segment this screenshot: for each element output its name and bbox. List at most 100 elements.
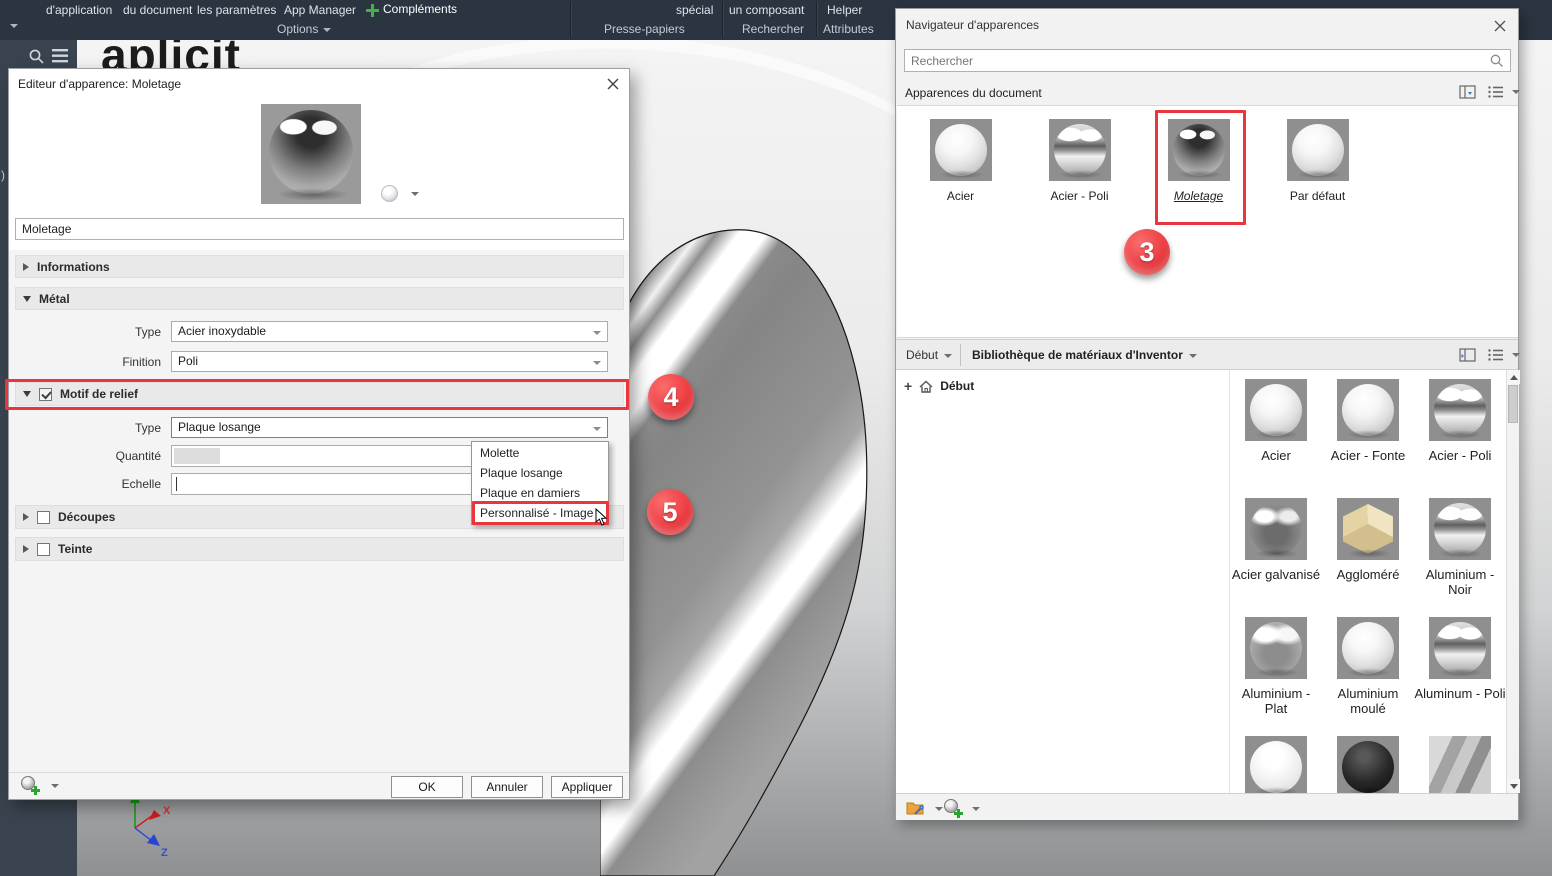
teinte-checkbox[interactable] bbox=[37, 543, 50, 556]
menu-item-parametres[interactable]: les paramètres bbox=[197, 3, 276, 17]
chevron-down-icon[interactable] bbox=[1512, 90, 1520, 94]
dropdown-option[interactable]: Personnalisé - Image bbox=[472, 503, 608, 523]
close-icon[interactable] bbox=[1492, 18, 1508, 34]
material-swatch[interactable] bbox=[1414, 736, 1506, 793]
material-swatch[interactable]: Aluminium - Noir bbox=[1414, 498, 1506, 617]
expand-arrow-icon[interactable] bbox=[23, 513, 29, 521]
search-icon[interactable] bbox=[28, 48, 46, 66]
material-thumbnail[interactable] bbox=[1245, 736, 1307, 793]
dropdown-option[interactable]: Molette bbox=[472, 443, 608, 463]
expand-arrow-icon[interactable] bbox=[23, 263, 29, 271]
material-thumbnail[interactable] bbox=[1245, 617, 1307, 679]
material-label: Acier galvanisé bbox=[1232, 567, 1320, 582]
text-caret bbox=[176, 477, 177, 491]
material-thumbnail[interactable] bbox=[1429, 498, 1491, 560]
section-informations[interactable]: Informations bbox=[15, 255, 624, 278]
material-swatch[interactable]: Aggloméré bbox=[1322, 498, 1414, 617]
cancel-button[interactable]: Annuler bbox=[471, 776, 543, 798]
close-icon[interactable] bbox=[605, 76, 621, 92]
finition-combobox[interactable]: Poli bbox=[171, 351, 608, 372]
ok-button[interactable]: OK bbox=[391, 776, 463, 798]
appearance-swatch[interactable]: Acier - Poli bbox=[1020, 119, 1139, 203]
ribbon-separator bbox=[816, 2, 817, 37]
metal-type-combobox[interactable]: Acier inoxydable bbox=[171, 321, 608, 342]
expand-arrow-icon[interactable] bbox=[23, 545, 29, 553]
material-thumbnail[interactable] bbox=[1337, 736, 1399, 793]
material-thumbnail[interactable] bbox=[1245, 379, 1307, 441]
library-title-label: Bibliothèque de matériaux d'Inventor bbox=[972, 348, 1183, 362]
type-dropdown-list: Molette Plaque losange Plaque en damiers… bbox=[471, 441, 609, 525]
group-label-attributes: Attributes bbox=[823, 22, 874, 36]
scroll-down-arrow[interactable] bbox=[1507, 779, 1520, 793]
appearance-thumbnail[interactable] bbox=[930, 119, 992, 181]
tree-item-debut[interactable]: + Début bbox=[904, 378, 974, 394]
dropdown-option[interactable]: Plaque en damiers bbox=[472, 483, 608, 503]
chevron-down-icon[interactable] bbox=[411, 192, 419, 196]
cylinder-model[interactable] bbox=[600, 220, 900, 876]
material-swatch[interactable]: Acier - Fonte bbox=[1322, 379, 1414, 498]
preview-scene-icon[interactable] bbox=[381, 185, 398, 202]
list-view-icon[interactable] bbox=[1487, 84, 1504, 100]
menu-item-application[interactable]: d'application bbox=[46, 3, 112, 17]
section-teinte[interactable]: Teinte bbox=[15, 537, 624, 561]
chevron-down-icon[interactable] bbox=[972, 807, 980, 811]
material-swatch[interactable]: Acier galvanisé bbox=[1230, 498, 1322, 617]
menu-item-composant[interactable]: un composant bbox=[729, 3, 804, 17]
menu-item-complements[interactable]: Compléments bbox=[383, 2, 457, 16]
chevron-down-icon[interactable] bbox=[1512, 353, 1520, 357]
appearance-swatch[interactable]: Par défaut bbox=[1258, 119, 1377, 203]
material-thumbnail[interactable] bbox=[1337, 498, 1399, 560]
library-title-dropdown[interactable]: Bibliothèque de matériaux d'Inventor bbox=[972, 348, 1197, 362]
new-appearance-icon[interactable] bbox=[944, 799, 962, 817]
apply-button[interactable]: Appliquer bbox=[551, 776, 623, 798]
appearance-thumbnail[interactable] bbox=[1287, 119, 1349, 181]
decoupes-checkbox[interactable] bbox=[37, 511, 50, 524]
search-icon[interactable] bbox=[1489, 53, 1505, 69]
ribbon-collapse-icon[interactable] bbox=[10, 24, 18, 28]
dock-view-icon[interactable] bbox=[1459, 347, 1476, 363]
dropdown-option[interactable]: Plaque losange bbox=[472, 463, 608, 483]
options-dropdown[interactable]: Options bbox=[277, 22, 331, 36]
material-swatch[interactable] bbox=[1322, 736, 1414, 793]
browser-bottom-toolbar bbox=[896, 793, 1518, 820]
motif-type-combobox[interactable]: Plaque losange bbox=[171, 417, 608, 438]
tree-expand-icon[interactable]: + bbox=[904, 378, 912, 394]
material-swatch[interactable]: Acier - Poli bbox=[1414, 379, 1506, 498]
material-thumbnail[interactable] bbox=[1337, 379, 1399, 441]
materials-scrollbar[interactable] bbox=[1506, 370, 1519, 793]
material-thumbnail[interactable] bbox=[1429, 617, 1491, 679]
material-label: Acier - Fonte bbox=[1331, 448, 1405, 463]
list-view-icon[interactable] bbox=[1487, 347, 1504, 363]
library-tab-debut[interactable]: Début bbox=[906, 348, 952, 362]
dialog-title: Editeur d'apparence: Moletage bbox=[18, 77, 181, 91]
scrollbar-thumb[interactable] bbox=[1508, 385, 1518, 423]
material-thumbnail[interactable] bbox=[1245, 498, 1307, 560]
svg-text:X: X bbox=[163, 805, 171, 817]
chevron-down-icon[interactable] bbox=[935, 807, 943, 811]
collapse-arrow-icon[interactable] bbox=[23, 296, 31, 302]
material-thumbnail[interactable] bbox=[1429, 736, 1491, 793]
appearance-swatch[interactable]: Acier bbox=[901, 119, 1020, 203]
appearance-name-input[interactable] bbox=[15, 218, 624, 240]
material-thumbnail[interactable] bbox=[1429, 379, 1491, 441]
material-swatch[interactable]: Acier bbox=[1230, 379, 1322, 498]
material-swatch[interactable]: Aluminium moulé bbox=[1322, 617, 1414, 736]
search-input[interactable] bbox=[904, 49, 1511, 72]
appearance-thumbnail[interactable] bbox=[1049, 119, 1111, 181]
menu-item-helper[interactable]: Helper bbox=[827, 3, 862, 17]
menu-item-special[interactable]: spécial bbox=[676, 3, 713, 17]
open-library-folder-icon[interactable] bbox=[906, 800, 926, 816]
material-swatch[interactable]: Aluminium - Plat bbox=[1230, 617, 1322, 736]
menu-hamburger-icon[interactable] bbox=[52, 49, 68, 63]
section-metal[interactable]: Métal bbox=[15, 287, 624, 310]
material-thumbnail[interactable] bbox=[1337, 617, 1399, 679]
new-appearance-icon[interactable] bbox=[21, 776, 39, 794]
material-swatch[interactable] bbox=[1230, 736, 1322, 793]
menu-item-app-manager[interactable]: App Manager bbox=[284, 3, 356, 17]
menu-item-document[interactable]: du document bbox=[123, 3, 192, 17]
material-label: Acier - Poli bbox=[1429, 448, 1492, 463]
material-swatch[interactable]: Aluminum - Poli bbox=[1414, 617, 1506, 736]
scroll-up-arrow[interactable] bbox=[1507, 370, 1520, 384]
dock-view-icon[interactable] bbox=[1459, 84, 1476, 100]
chevron-down-icon[interactable] bbox=[51, 784, 59, 788]
